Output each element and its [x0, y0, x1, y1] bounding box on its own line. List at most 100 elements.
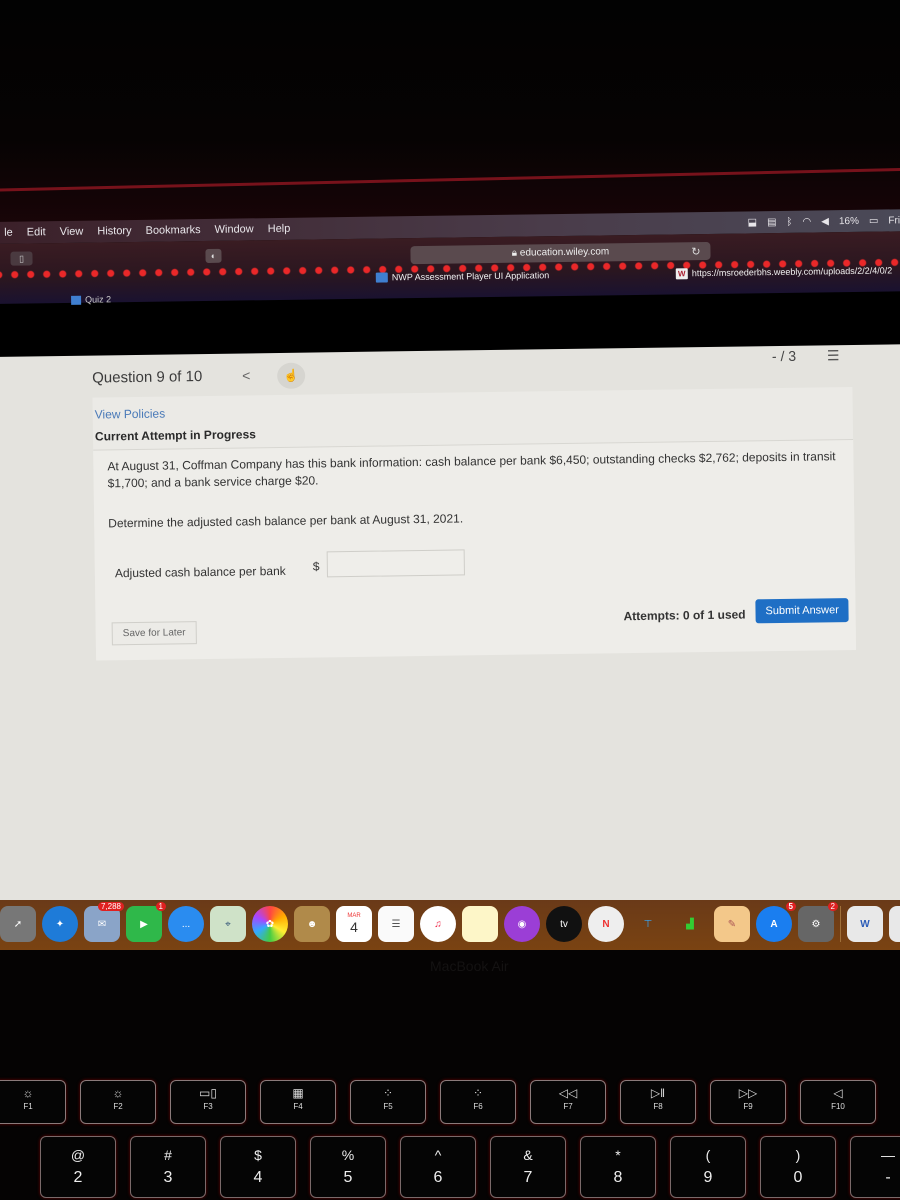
wiley-favicon — [375, 272, 388, 283]
clock-day[interactable]: Fri — [888, 215, 900, 226]
airplay-icon[interactable]: ⬓ — [748, 217, 758, 228]
dock-calendar[interactable]: MAR 4 — [336, 906, 372, 942]
save-for-later-button[interactable]: Save for Later — [111, 621, 197, 646]
key-label: F1 — [23, 1102, 33, 1111]
dock-launchpad[interactable]: ➚ — [0, 906, 36, 942]
browser-toolbar: ▯ ◐ 🔒︎ education.wiley.com ↻ NWP Assessm… — [0, 231, 900, 305]
dock-divider — [840, 906, 841, 942]
question-box: At August 31, Coffman Company has this b… — [93, 438, 857, 661]
key-shift-label: @ — [70, 1147, 86, 1163]
key-label: F6 — [473, 1102, 483, 1111]
tab-weebly[interactable]: W https://msroederbhs.weebly.com/uploads… — [675, 261, 893, 282]
reload-icon[interactable]: ↻ — [691, 243, 700, 261]
key-f3[interactable]: ▭▯ F3 — [170, 1080, 246, 1124]
menu-bookmarks[interactable]: Bookmarks — [145, 224, 200, 237]
submit-answer-button[interactable]: Submit Answer — [755, 598, 850, 624]
menu-file[interactable]: le — [4, 227, 13, 239]
dock-safari[interactable]: ✦ — [42, 906, 78, 942]
dock-numbers[interactable]: ▟ — [672, 906, 708, 942]
dock-tv[interactable]: tv — [546, 906, 582, 942]
app-store-icon: A — [770, 918, 778, 930]
key-label: F7 — [563, 1102, 573, 1111]
wiley-favicon — [71, 295, 82, 305]
view-policies-link[interactable]: View Policies — [95, 407, 166, 422]
attempts-counter: Attempts: 0 of 1 used — [623, 607, 746, 624]
key-f4[interactable]: ▦ F4 — [260, 1080, 336, 1124]
pen-icon: ✎ — [727, 918, 737, 930]
address-text: education.wiley.com — [519, 246, 610, 259]
key-f5[interactable]: ⁘ F5 — [350, 1080, 426, 1124]
dock-maps[interactable]: ⌖ — [210, 906, 246, 942]
key-f1[interactable]: ☼ F1 — [0, 1080, 66, 1124]
menu-edit[interactable]: Edit — [27, 226, 46, 238]
previous-question-button[interactable]: < — [242, 367, 250, 383]
bluetooth-icon[interactable]: ᛒ — [786, 216, 792, 227]
key-f2[interactable]: ☼ F2 — [80, 1080, 156, 1124]
key-label: 0 — [793, 1169, 803, 1186]
tab-label: https://msroederbhs.weebly.com/uploads/2… — [691, 265, 893, 279]
dock-system-preferences[interactable]: ⚙ 2 — [798, 902, 838, 942]
key-label: F8 — [653, 1102, 663, 1111]
bookmark-quiz-2[interactable]: Quiz 2 — [71, 294, 111, 305]
battery-icon[interactable]: ▭ — [869, 215, 879, 226]
menu-window[interactable]: Window — [215, 223, 254, 236]
device-brand: MacBook Air — [430, 958, 509, 974]
shield-icon: ◐ — [210, 250, 217, 261]
key-8[interactable]: * 8 — [580, 1136, 656, 1198]
dock-music[interactable]: ♫ — [420, 906, 456, 942]
dock-reminders[interactable]: ☰ — [378, 906, 414, 942]
key-shift-label: ^ — [434, 1147, 442, 1163]
next-question-button[interactable]: ☝ — [276, 362, 306, 390]
dock-photos[interactable]: ✿ — [252, 906, 288, 942]
key-5[interactable]: % 5 — [310, 1136, 386, 1198]
key-0[interactable]: ) 0 — [760, 1136, 836, 1198]
dock-keynote[interactable]: ⊤ — [630, 906, 666, 942]
key-label: F4 — [293, 1102, 303, 1111]
address-book-icon: ☻ — [306, 918, 318, 930]
key-9[interactable]: (9 — [670, 1136, 746, 1198]
dock-notes[interactable] — [462, 906, 498, 942]
dock-mail[interactable]: ✉ 7,288 — [84, 902, 124, 942]
key-7[interactable]: & 7 — [490, 1136, 566, 1198]
key-f9[interactable]: ▷▷ F9 — [710, 1080, 786, 1124]
adjusted-cash-balance-input[interactable] — [326, 549, 465, 578]
dock-messages[interactable]: ... — [168, 906, 204, 942]
key-f7[interactable]: ◁◁ F7 — [530, 1080, 606, 1124]
question-list-icon[interactable]: ☰ — [827, 347, 840, 364]
key-2[interactable]: @2 — [40, 1136, 116, 1198]
key-label: 5 — [343, 1169, 353, 1186]
dock-contacts[interactable]: ☻ — [294, 906, 330, 942]
menu-history[interactable]: History — [97, 225, 131, 237]
number-key-row: @2 #3 $4 % 5 ^ 6 & 7 * 8 (9 ) 0 — - — [40, 1136, 900, 1198]
list-icon: ☰ — [391, 918, 401, 930]
key-f6[interactable]: ⁘ F6 — [440, 1080, 516, 1124]
dock-word[interactable]: W — [847, 906, 883, 942]
volume-icon[interactable]: ◀ — [821, 216, 829, 227]
dock-news[interactable]: N — [588, 906, 624, 942]
flag-icon[interactable]: ▤ — [767, 217, 777, 228]
keyboard-light-down-icon: ⁘ — [382, 1086, 394, 1100]
menu-view[interactable]: View — [60, 226, 84, 238]
dock-pages[interactable]: ✎ — [714, 906, 750, 942]
tab-assessment[interactable]: NWP Assessment Player UI Application — [375, 266, 550, 286]
dock-facetime[interactable]: ▶ 1 — [126, 902, 166, 942]
dock-items: ➚ ✦ ✉ 7,288 ▶ 1 ... ⌖ ✿ ☻ MAR 4 ☰ ♫ ◉ tv N… — [0, 902, 900, 942]
key-3[interactable]: #3 — [130, 1136, 206, 1198]
key-shift-label: ) — [795, 1147, 801, 1163]
dock-app-store[interactable]: A5 — [756, 902, 796, 942]
key-4[interactable]: $4 — [220, 1136, 296, 1198]
key-minus[interactable]: — - — [850, 1136, 900, 1198]
key-6[interactable]: ^ 6 — [400, 1136, 476, 1198]
wifi-icon[interactable]: ◠ — [802, 216, 811, 227]
dock-excel[interactable]: X — [889, 906, 900, 942]
dock-podcasts[interactable]: ◉ — [504, 906, 540, 942]
map-icon: ⌖ — [225, 918, 231, 930]
menu-help[interactable]: Help — [268, 223, 291, 235]
key-label: F5 — [383, 1102, 393, 1111]
key-label: 4 — [253, 1169, 263, 1186]
sidebar-toggle-button[interactable]: ▯ — [10, 251, 33, 266]
privacy-shield-button[interactable]: ◐ — [205, 248, 222, 263]
key-f8[interactable]: ▷ǁ F8 — [620, 1080, 696, 1124]
podium-icon: ⊤ — [643, 918, 653, 930]
key-f10[interactable]: ◁ F10 — [800, 1080, 876, 1124]
